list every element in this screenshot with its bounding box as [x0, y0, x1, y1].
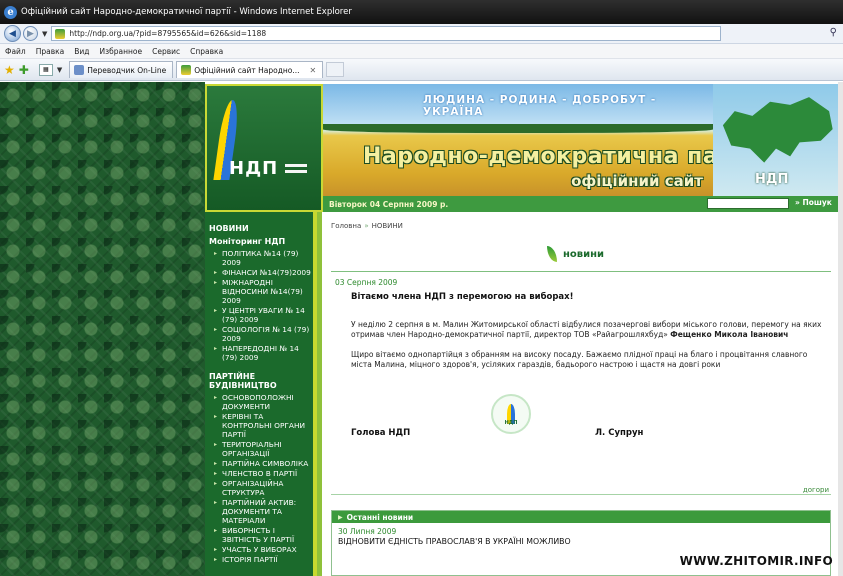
site-banner: ЛЮДИНА - РОДИНА - ДОБРОБУТ - УКРАЇНА Нар… [323, 84, 713, 196]
close-tab-icon[interactable]: ✕ [310, 66, 317, 75]
ie-logo-icon: e [4, 5, 17, 19]
history-dropdown-icon[interactable]: ▼ [42, 30, 47, 38]
address-bar: ◀ ▶ ▼ http://ndp.org.ua/?pid=8795565&id=… [0, 24, 843, 44]
sidebar-item[interactable]: У ЦЕНТРІ УВАГИ № 14 (79) 2009 [209, 306, 313, 324]
latest-news-date: 30 Липня 2009 [338, 527, 397, 536]
sidebar-item[interactable]: КЕРІВНІ ТА КОНТРОЛЬНІ ОРГАНИ ПАРТІЇ [209, 412, 313, 439]
url-field[interactable]: http://ndp.org.ua/?pid=8795565&id=626&si… [51, 26, 722, 41]
menu-favorites[interactable]: Избранное [100, 47, 143, 56]
sidebar-item[interactable]: ЧЛЕНСТВО В ПАРТІЇ [209, 469, 313, 478]
sidebar-item[interactable]: ПАРТІЙНА СИМВОЛІКА [209, 459, 313, 468]
menu-edit[interactable]: Правка [36, 47, 65, 56]
sidebar-item[interactable]: ФІНАНСИ №14(79)2009 [209, 268, 313, 277]
sidebar-stripe [317, 212, 322, 576]
current-date: Вівторок 04 Серпня 2009 р. [329, 199, 449, 209]
page-scrollbar[interactable] [838, 82, 843, 576]
breadcrumb-home[interactable]: Головна [331, 222, 361, 230]
site-favicon-icon [55, 28, 66, 39]
sidebar-item[interactable]: СОЦІОЛОГІЯ № 14 (79) 2009 [209, 325, 313, 343]
ndp-emblem: НДП [491, 394, 531, 434]
menu-file[interactable]: Файл [5, 47, 26, 56]
divider [331, 271, 831, 272]
forward-button[interactable]: ▶ [23, 26, 38, 41]
logo-lines-icon [285, 164, 307, 176]
sidebar-monitoring-heading[interactable]: Моніторинг НДП [209, 237, 313, 246]
menu-help[interactable]: Справка [190, 47, 223, 56]
news-paragraph-2: Щиро вітаємо однопартійця з обранням на … [351, 350, 808, 369]
watermark: WWW.ZHITOMIR.INFO [679, 554, 833, 568]
breadcrumb-separator-icon: » [364, 222, 369, 230]
banner-treeline [323, 124, 713, 133]
site-search-input[interactable] [707, 198, 789, 209]
search-icon[interactable]: ⚲ [830, 27, 837, 38]
tab-favicon-icon [181, 65, 192, 75]
winner-name: Фещенко Микола Іванович [670, 330, 789, 339]
sidebar-news-link[interactable]: НОВИНИ [209, 224, 313, 233]
sidebar-item[interactable]: УЧАСТЬ У ВИБОРАХ [209, 545, 313, 554]
tab-label: Офіційний сайт Народно... [194, 65, 300, 75]
url-text: http://ndp.org.ua/?pid=8795565&id=626&si… [69, 29, 267, 38]
sidebar-party-building-heading[interactable]: ПАРТІЙНЕ БУДІВНИЦТВО [209, 372, 313, 390]
decorative-pattern [0, 82, 205, 576]
tab-favicon-icon [74, 65, 85, 75]
breadcrumb-current: НОВИНИ [371, 222, 403, 230]
breadcrumb: Головна» НОВИНИ [331, 222, 403, 230]
arrow-right-icon: ▶ [338, 513, 343, 521]
banner-party-name: Народно-демократична партія [363, 144, 713, 169]
ukraine-map-icon [722, 97, 833, 163]
emblem-label: НДП [504, 420, 518, 426]
menu-bar: Файл Правка Вид Избранное Сервис Справка [0, 44, 843, 59]
tab-list-dropdown-icon[interactable]: ▼ [57, 66, 62, 74]
window-titlebar: e Офіційний сайт Народно-демократичної п… [0, 0, 843, 24]
menu-tools[interactable]: Сервис [152, 47, 180, 56]
map-label: НДП [755, 172, 789, 187]
site-logo[interactable]: НДП [205, 84, 323, 212]
sidebar-item[interactable]: МІЖНАРОДНІ ВІДНОСИНИ №14(79) 2009 [209, 278, 313, 305]
signature-name: Л. Супрун [595, 428, 644, 438]
banner-slogan: ЛЮДИНА - РОДИНА - ДОБРОБУТ - УКРАЇНА [423, 94, 657, 118]
main-content: Головна» НОВИНИ новини 03 Серпня 2009 Віт… [327, 212, 835, 576]
news-paragraph-1: У неділю 2 серпня в м. Малин Житомирсько… [351, 320, 829, 340]
menu-view[interactable]: Вид [74, 47, 89, 56]
section-title: новини [547, 246, 604, 262]
back-to-top-link[interactable]: догори [803, 486, 829, 494]
latest-news-header: ▶ Останні новини [332, 511, 830, 523]
add-favorite-icon[interactable]: ✚ [19, 63, 29, 77]
site-search-button[interactable]: » Пошук [795, 198, 832, 207]
sidebar-item[interactable]: ОСНОВОПОЛОЖНІ ДОКУМЕНТИ [209, 393, 313, 411]
signature-title: Голова НДП [351, 428, 411, 438]
sidebar-item[interactable]: ПАРТІЙНИЙ АКТИВ: ДОКУМЕНТИ ТА МАТЕРІАЛИ [209, 498, 313, 525]
sidebar-item[interactable]: ОРГАНІЗАЦІЙНА СТРУКТУРА [209, 479, 313, 497]
sidebar-item[interactable]: ПОЛІТИКА №14 (79) 2009 [209, 249, 313, 267]
latest-news-title: Останні новини [346, 512, 414, 522]
back-button[interactable]: ◀ [4, 25, 21, 42]
search-button-label: Пошук [802, 198, 832, 207]
sidebar: НОВИНИ Моніторинг НДП ПОЛІТИКА №14 (79) … [205, 212, 317, 576]
tab-bar: ★ ✚ ▦ ▼ Переводчик On-Line Офіційний сай… [0, 59, 843, 81]
banner-official-site: офіційний сайт [571, 172, 703, 190]
news-date: 03 Серпня 2009 [335, 278, 398, 287]
date-bar: Вівторок 04 Серпня 2009 р. » Пошук [323, 196, 839, 212]
tab-label: Переводчик On-Line [87, 65, 167, 75]
sidebar-item[interactable]: ТЕРИТОРІАЛЬНІ ОРГАНІЗАЦІЇ [209, 440, 313, 458]
ukraine-map: НДП [713, 84, 839, 196]
latest-news-link[interactable]: ВІДНОВИТИ ЄДНІСТЬ ПРАВОСЛАВ'Я В УКРАЇНІ … [338, 537, 571, 546]
new-tab-button[interactable] [326, 62, 345, 77]
news-title: Вітаємо члена НДП з перемогою на виборах… [351, 292, 574, 302]
favorites-star-icon[interactable]: ★ [4, 63, 15, 77]
section-title-text: новини [563, 248, 605, 260]
sidebar-item[interactable]: ІСТОРІЯ ПАРТІЇ [209, 555, 313, 564]
window-title: Офіційний сайт Народно-демократичної пар… [21, 7, 352, 17]
quick-tabs-icon[interactable]: ▦ [38, 63, 53, 76]
logo-text: НДП [229, 158, 279, 179]
page-viewport: НДП ЛЮДИНА - РОДИНА - ДОБРОБУТ - УКРАЇНА… [0, 82, 843, 576]
sidebar-item[interactable]: ВИБОРНІСТЬ І ЗВІТНІСТЬ У ПАРТІЇ [209, 526, 313, 544]
leaf-icon [547, 246, 557, 262]
tab-translator[interactable]: Переводчик On-Line [69, 61, 174, 78]
tab-ndp-site[interactable]: Офіційний сайт Народно... ✕ [176, 61, 324, 78]
sidebar-item[interactable]: НАПЕРЕДОДНІ № 14 (79) 2009 [209, 344, 313, 362]
divider [331, 494, 831, 495]
